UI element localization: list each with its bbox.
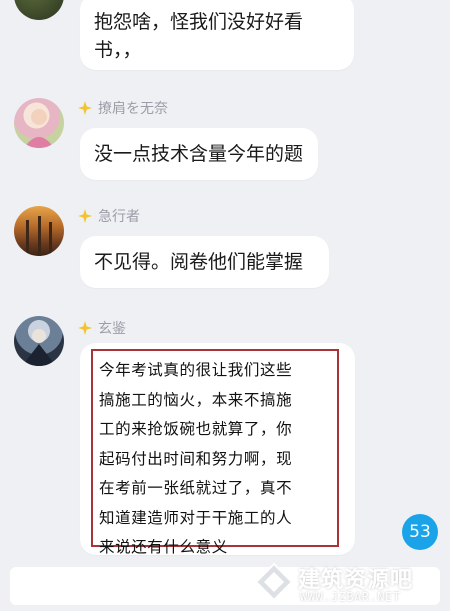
- post-line: 在考前一张纸就过了，真不: [99, 479, 293, 497]
- avatar[interactable]: [14, 206, 64, 256]
- sender-row: 玄鉴: [78, 318, 126, 338]
- message-text: 书，，: [94, 39, 142, 61]
- message-bubble[interactable]: 抱怨啥，怪我们没好好看 书，，: [80, 0, 354, 70]
- watermark-url: WWW.JZBAR.NET: [300, 590, 401, 604]
- post-line: 起码付出时间和努力啊，现: [99, 449, 293, 468]
- post-line: 搞施工的恼火，本来不搞施: [99, 390, 293, 409]
- avatar[interactable]: [14, 316, 64, 366]
- message-bubble[interactable]: 没一点技术含量今年的题: [80, 128, 318, 180]
- star-icon: [78, 101, 92, 115]
- star-icon: [78, 321, 92, 335]
- sender-name: 玄鉴: [98, 321, 126, 337]
- message-text: 不见得。阅卷他们能掌握: [94, 251, 304, 273]
- post-line: 今年考试真的很让我们这些: [99, 361, 293, 379]
- message-text: 抱怨啥，怪我们没好好看: [94, 11, 304, 33]
- post-line: 来说还有什么意义: [99, 538, 228, 556]
- highlighted-post-text: 今年考试真的很让我们这些 搞施工的恼火，本来不搞施 工的来抢饭碗也就算了，你 起…: [99, 356, 333, 563]
- watermark: 建筑资源吧 WWW.JZBAR.NET: [254, 560, 444, 610]
- post-line: 工的来抢饭碗也就算了，你: [99, 420, 293, 438]
- avatar[interactable]: [14, 98, 64, 148]
- post-line: 知道建造师对于干施工的人: [99, 508, 293, 527]
- message-text: 没一点技术含量今年的题: [94, 143, 304, 165]
- sender-row: 急行者: [78, 206, 140, 226]
- message-bubble[interactable]: 不见得。阅卷他们能掌握: [80, 236, 329, 288]
- avatar-illustration: [22, 329, 56, 366]
- watermark-logo-icon: [254, 562, 294, 602]
- avatar-illustration: [26, 216, 52, 256]
- sender-name: 急行者: [98, 209, 140, 225]
- unread-count-badge[interactable]: 53: [402, 514, 438, 550]
- avatar[interactable]: [14, 0, 64, 20]
- avatar-illustration: [24, 109, 54, 148]
- star-icon: [78, 209, 92, 223]
- sender-name: 撩肩を无奈: [98, 101, 168, 117]
- sender-row: 撩肩を无奈: [78, 98, 168, 118]
